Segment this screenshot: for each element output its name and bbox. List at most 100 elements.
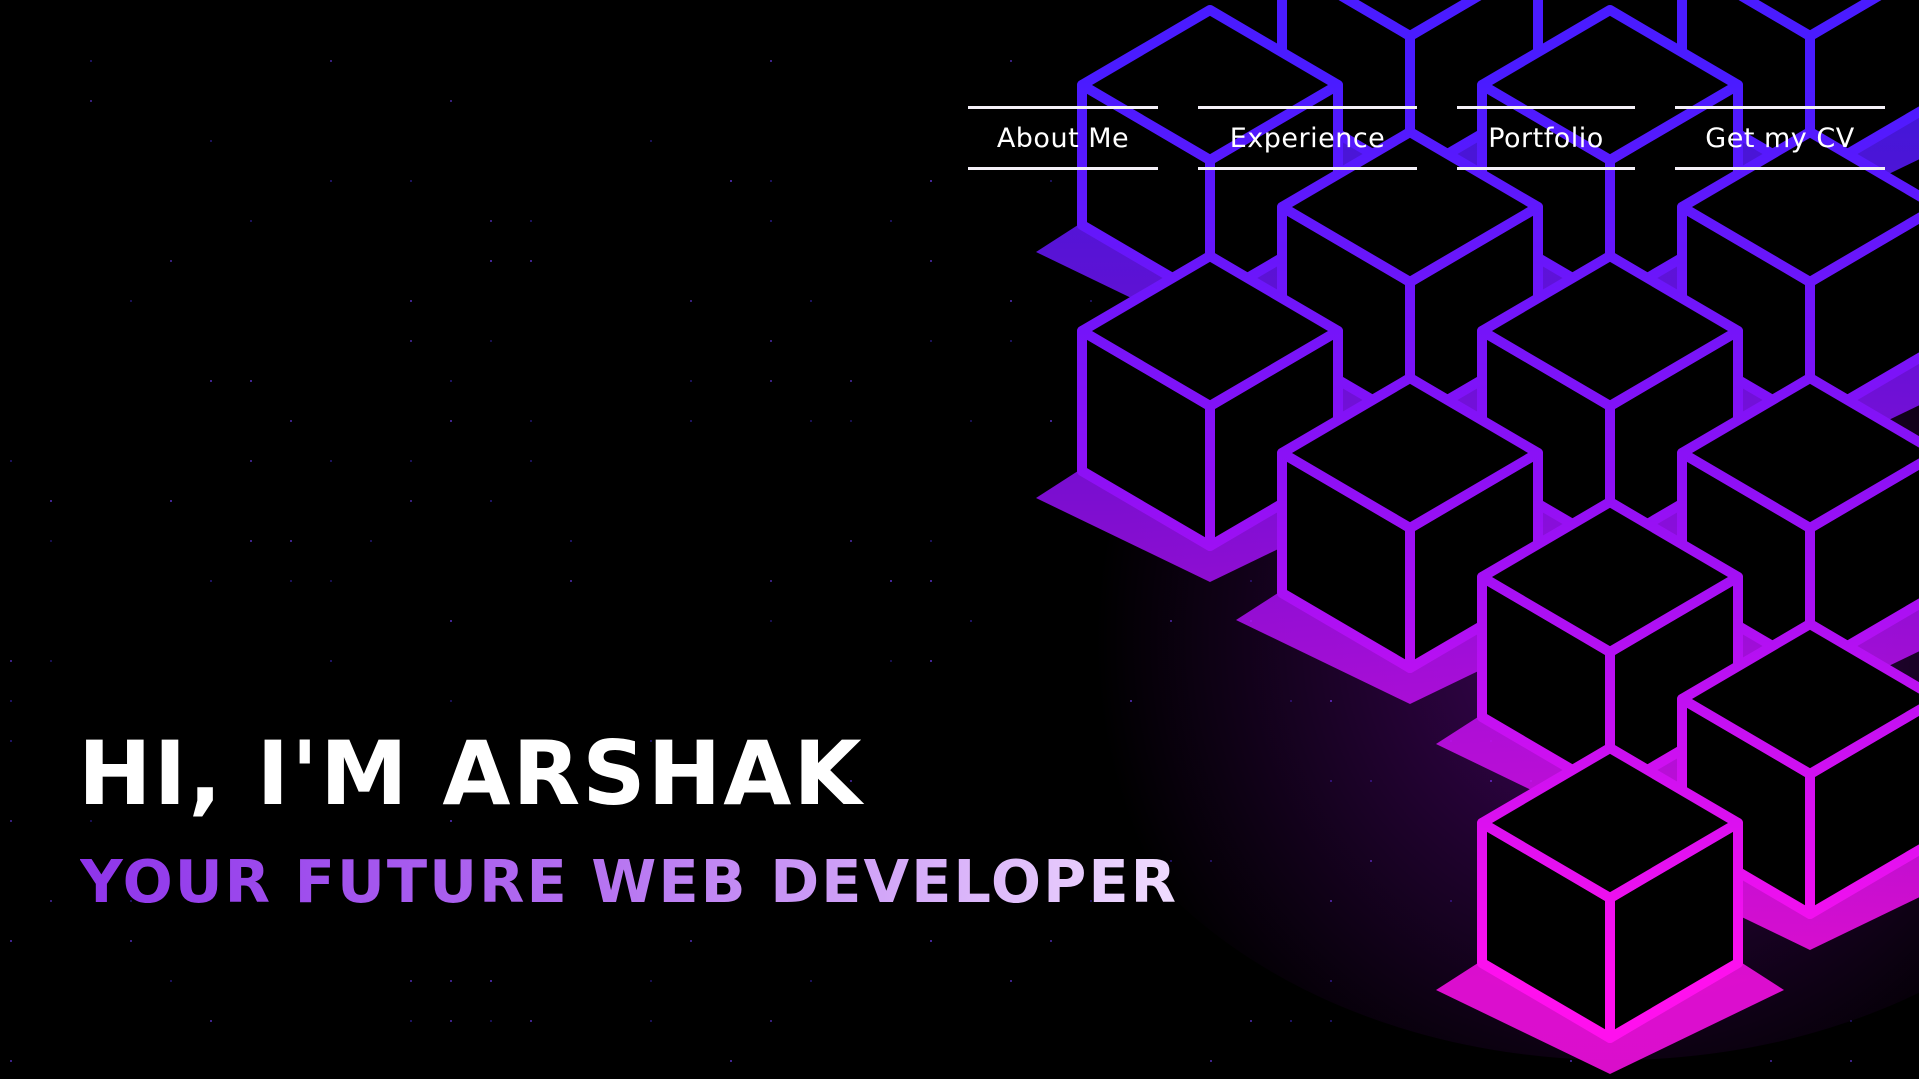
background-dot (210, 580, 212, 582)
background-dot (570, 580, 572, 582)
background-dot (930, 580, 932, 582)
background-dot (650, 980, 652, 982)
background-dot (410, 340, 412, 342)
background-dot (930, 540, 932, 542)
background-dot (810, 420, 812, 422)
background-dot (10, 1060, 12, 1062)
background-dot (10, 660, 12, 662)
background-dot (1010, 340, 1012, 342)
background-dot (970, 620, 972, 622)
background-dot (490, 1020, 492, 1022)
background-dot (530, 220, 532, 222)
background-dot (810, 980, 812, 982)
background-dot (1770, 1060, 1772, 1062)
background-dot (250, 220, 252, 222)
background-dot (570, 540, 572, 542)
background-dot (50, 900, 52, 902)
nav-portfolio[interactable]: Portfolio (1457, 106, 1635, 170)
background-dot (1850, 1060, 1852, 1062)
background-dot (1250, 1020, 1252, 1022)
background-dot (170, 260, 172, 262)
background-dot (1010, 980, 1012, 982)
background-dot (450, 980, 452, 982)
background-dot (850, 380, 852, 382)
background-dot (450, 620, 452, 622)
background-dot (890, 660, 892, 662)
background-dot (490, 220, 492, 222)
background-dot (410, 300, 412, 302)
background-dot (890, 580, 892, 582)
background-dot (490, 260, 492, 262)
background-dot (770, 580, 772, 582)
background-dot (10, 700, 12, 702)
nav-get-my-cv-label: Get my CV (1705, 122, 1855, 154)
background-dot (770, 1020, 772, 1022)
background-dot (1570, 1060, 1572, 1062)
background-dot (690, 940, 692, 942)
background-dot (410, 500, 412, 502)
background-dot (730, 1060, 732, 1062)
background-dot (1290, 1020, 1292, 1022)
background-dot (10, 820, 12, 822)
background-dot (290, 580, 292, 582)
background-dot (450, 1020, 452, 1022)
background-dot (650, 140, 652, 142)
background-dot (290, 540, 292, 542)
background-dot (330, 180, 332, 182)
background-dot (50, 500, 52, 502)
background-dot (1050, 180, 1052, 182)
background-dot (530, 1020, 532, 1022)
background-dot (1050, 940, 1052, 942)
background-dot (450, 700, 452, 702)
background-dot (90, 60, 92, 62)
background-dot (210, 380, 212, 382)
nav-about-me[interactable]: About Me (968, 106, 1158, 170)
background-dot (330, 60, 332, 62)
background-dot (530, 420, 532, 422)
background-dot (1010, 300, 1012, 302)
nav-about-me-label: About Me (996, 122, 1130, 154)
background-dot (130, 940, 132, 942)
nav-portfolio-label: Portfolio (1488, 122, 1604, 154)
background-dot (290, 420, 292, 422)
background-dot (690, 300, 692, 302)
background-dot (50, 540, 52, 542)
nav-get-my-cv[interactable]: Get my CV (1675, 106, 1885, 170)
background-dot (1010, 60, 1012, 62)
background-dot (490, 340, 492, 342)
background-dot (1090, 300, 1092, 302)
background-dot (1330, 1020, 1332, 1022)
background-dot (130, 300, 132, 302)
background-dot (410, 1020, 412, 1022)
background-dot (250, 540, 252, 542)
background-dot (1050, 420, 1052, 422)
background-dot (970, 420, 972, 422)
background-dot (690, 420, 692, 422)
background-dot (330, 660, 332, 662)
landing-page: About Me Experience Portfolio Get my CV … (0, 0, 1919, 1079)
background-dot (10, 460, 12, 462)
background-dot (210, 1020, 212, 1022)
background-dot (770, 620, 772, 622)
background-dot (1210, 1060, 1212, 1062)
background-dot (330, 580, 332, 582)
background-dot (930, 180, 932, 182)
background-dot (930, 340, 932, 342)
background-dot (250, 380, 252, 382)
background-dot (930, 940, 932, 942)
background-dot (330, 460, 332, 462)
background-dot (50, 660, 52, 662)
background-dot (170, 500, 172, 502)
background-dot (410, 180, 412, 182)
background-dot (210, 140, 212, 142)
background-dot (450, 420, 452, 422)
background-dot (850, 420, 852, 422)
background-dot (10, 940, 12, 942)
background-dot (930, 660, 932, 662)
background-dot (490, 500, 492, 502)
background-dot (770, 60, 772, 62)
background-dot (410, 980, 412, 982)
nav-experience[interactable]: Experience (1198, 106, 1417, 170)
hero-title: HI, I'M ARSHAK (78, 722, 864, 825)
background-dot (930, 260, 932, 262)
